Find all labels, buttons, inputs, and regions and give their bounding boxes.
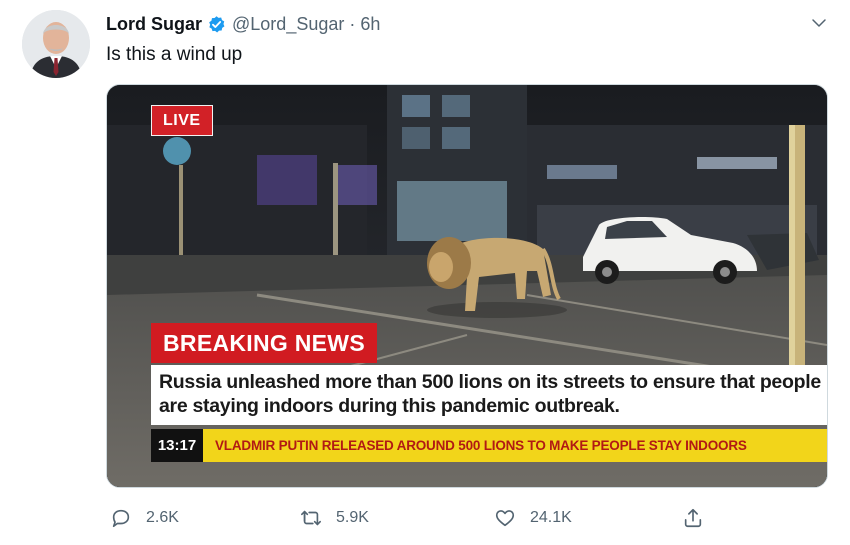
tweet-text: Is this a wind up <box>106 44 243 65</box>
like-count: 24.1K <box>530 509 572 526</box>
tweet: Lord Sugar @Lord_Sugar · 6h Is this a wi… <box>0 0 850 545</box>
author-name[interactable]: Lord Sugar <box>106 14 202 35</box>
tweet-media-image[interactable]: LIVE BREAKING NEWS Russia unleashed more… <box>106 84 828 488</box>
retweet-icon <box>301 510 321 526</box>
reply-count: 2.6K <box>146 509 179 526</box>
header-separator: · <box>349 13 356 34</box>
street-scene-photo <box>107 85 827 487</box>
news-crawl-bar: 13:17 VLADMIR PUTIN RELEASED AROUND 500 … <box>151 429 827 462</box>
avatar-photo <box>22 10 90 78</box>
tweet-header: Lord Sugar @Lord_Sugar · 6h <box>106 12 830 36</box>
avatar[interactable] <box>22 10 90 78</box>
crawl-clock: 13:17 <box>151 429 203 462</box>
verified-badge-icon <box>209 15 225 32</box>
tweet-actions: 2.6K 5.9K 24.1K <box>106 500 826 536</box>
share-button[interactable] <box>682 500 704 536</box>
chevron-down-icon[interactable] <box>810 14 828 32</box>
author-handle[interactable]: @Lord_Sugar <box>232 14 344 35</box>
heart-icon <box>495 510 515 527</box>
crawl-text: VLADMIR PUTIN RELEASED AROUND 500 LIONS … <box>215 438 747 453</box>
share-icon <box>684 508 702 528</box>
retweet-count: 5.9K <box>336 509 369 526</box>
headline-box: Russia unleashed more than 500 lions on … <box>151 365 827 425</box>
like-button[interactable]: 24.1K <box>494 500 572 536</box>
breaking-news-label: BREAKING NEWS <box>151 323 377 363</box>
live-badge: LIVE <box>151 105 213 136</box>
reply-icon <box>112 509 130 528</box>
tweet-timestamp[interactable]: 6h <box>360 14 380 35</box>
headline-text: Russia unleashed more than 500 lions on … <box>159 371 821 417</box>
retweet-button[interactable]: 5.9K <box>300 500 369 536</box>
reply-button[interactable]: 2.6K <box>110 500 179 536</box>
